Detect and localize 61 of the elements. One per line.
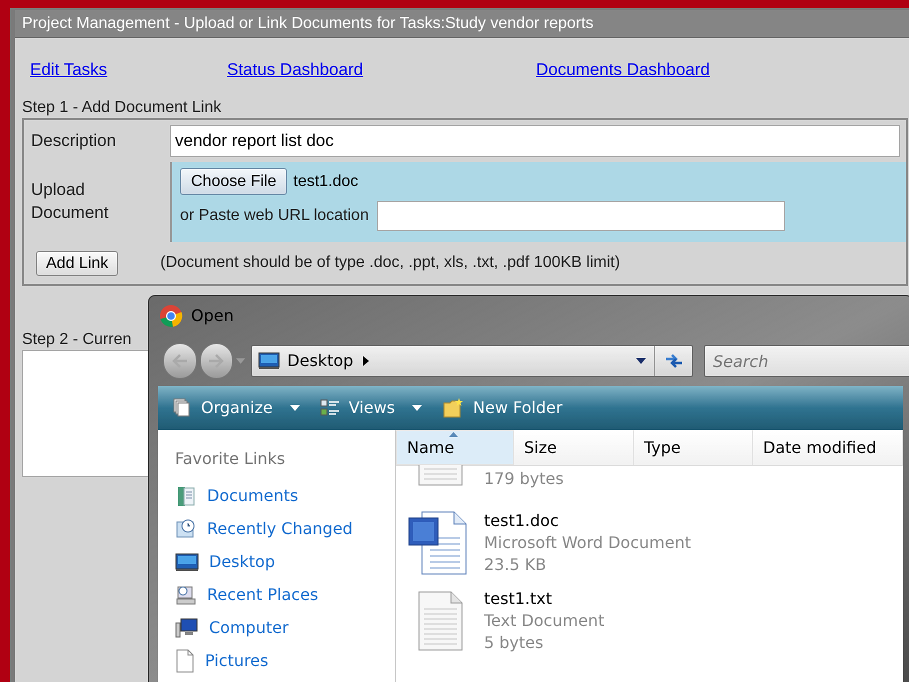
computer-clock-icon [175, 584, 197, 606]
section-heading: Step 2 - Curren [22, 330, 132, 350]
forward-button[interactable] [200, 343, 234, 379]
refresh-arrows-icon [664, 353, 684, 369]
sort-arrow-icon [449, 432, 458, 437]
file-type-note: (Document should be of type .doc, .ppt, xls, .txt, .pdf 100KB limit) [160, 253, 620, 273]
url-field[interactable] [376, 201, 785, 231]
column-header[interactable]: Date modified [753, 430, 903, 465]
document-icon [175, 649, 195, 673]
caret-icon [412, 405, 422, 411]
field-label: or Paste web URL location [180, 206, 369, 226]
navigation-link[interactable]: Recently Changed [175, 517, 395, 541]
file-type: Microsoft Word Document [484, 532, 691, 554]
desktop-icon [258, 352, 280, 370]
pages-icon [172, 398, 192, 418]
search-field[interactable]: Search [704, 345, 909, 377]
documents-icon [175, 485, 197, 507]
navigation-link[interactable]: Documents [175, 484, 395, 508]
toolbar-button[interactable]: Organize [170, 392, 302, 424]
chosen-file-name: test1.doc [293, 172, 358, 192]
file-type: Text Document [484, 610, 604, 632]
pane-heading: Favorite Links [175, 448, 286, 470]
navigation-link[interactable]: Recent Places [175, 583, 395, 607]
file-name[interactable]: test1.doc [484, 510, 691, 532]
field-label: Description [30, 130, 118, 152]
column-header[interactable]: Name [396, 430, 514, 465]
column-header[interactable]: Type [634, 430, 753, 465]
desktop-icon [175, 552, 199, 572]
navigation-link[interactable]: Desktop [175, 550, 395, 574]
clock-folder-icon [175, 518, 197, 540]
navigation-link[interactable]: Pictures [175, 649, 395, 673]
nav-link[interactable]: Documents Dashboard [536, 60, 710, 79]
file-size: 23.5 KB [484, 554, 548, 576]
dropdown-caret-icon[interactable] [636, 358, 646, 364]
browser-logo-icon [159, 304, 183, 328]
back-button[interactable] [163, 343, 197, 379]
file-name[interactable]: test1.txt [484, 588, 604, 610]
breadcrumb-arrow-icon[interactable] [363, 356, 370, 366]
description-field[interactable]: vendor report list doc [170, 125, 900, 157]
file-size: 5 bytes [484, 632, 544, 654]
new-folder-icon [442, 397, 464, 419]
choose-file-button[interactable]: Choose File [180, 168, 288, 195]
nav-link[interactable]: Status Dashboard [227, 60, 364, 79]
left-arrow-icon [172, 354, 188, 368]
navigation-link[interactable]: Computer [175, 616, 395, 640]
computer-icon [175, 617, 199, 639]
caret-icon [290, 405, 300, 411]
dialog-title: Open [191, 305, 234, 327]
address-bar[interactable]: Desktop [251, 345, 694, 377]
field-label: Upload Document [30, 179, 110, 224]
section-heading: Step 1 - Add Document Link [21, 98, 222, 118]
add-link-button[interactable]: Add Link [36, 250, 118, 276]
window-title: Project Management - Upload or Link Documents for Tasks:Study vendor reports [15, 10, 909, 38]
nav-link[interactable]: Edit Tasks [30, 60, 108, 79]
toolbar-button[interactable]: New Folder [440, 392, 564, 424]
column-header[interactable]: Size [514, 430, 634, 465]
right-arrow-icon [208, 354, 224, 368]
address-text: Desktop [287, 350, 354, 372]
views-icon [320, 399, 340, 417]
toolbar-button[interactable]: Views [318, 392, 424, 424]
file-size: 179 bytes [484, 468, 564, 490]
